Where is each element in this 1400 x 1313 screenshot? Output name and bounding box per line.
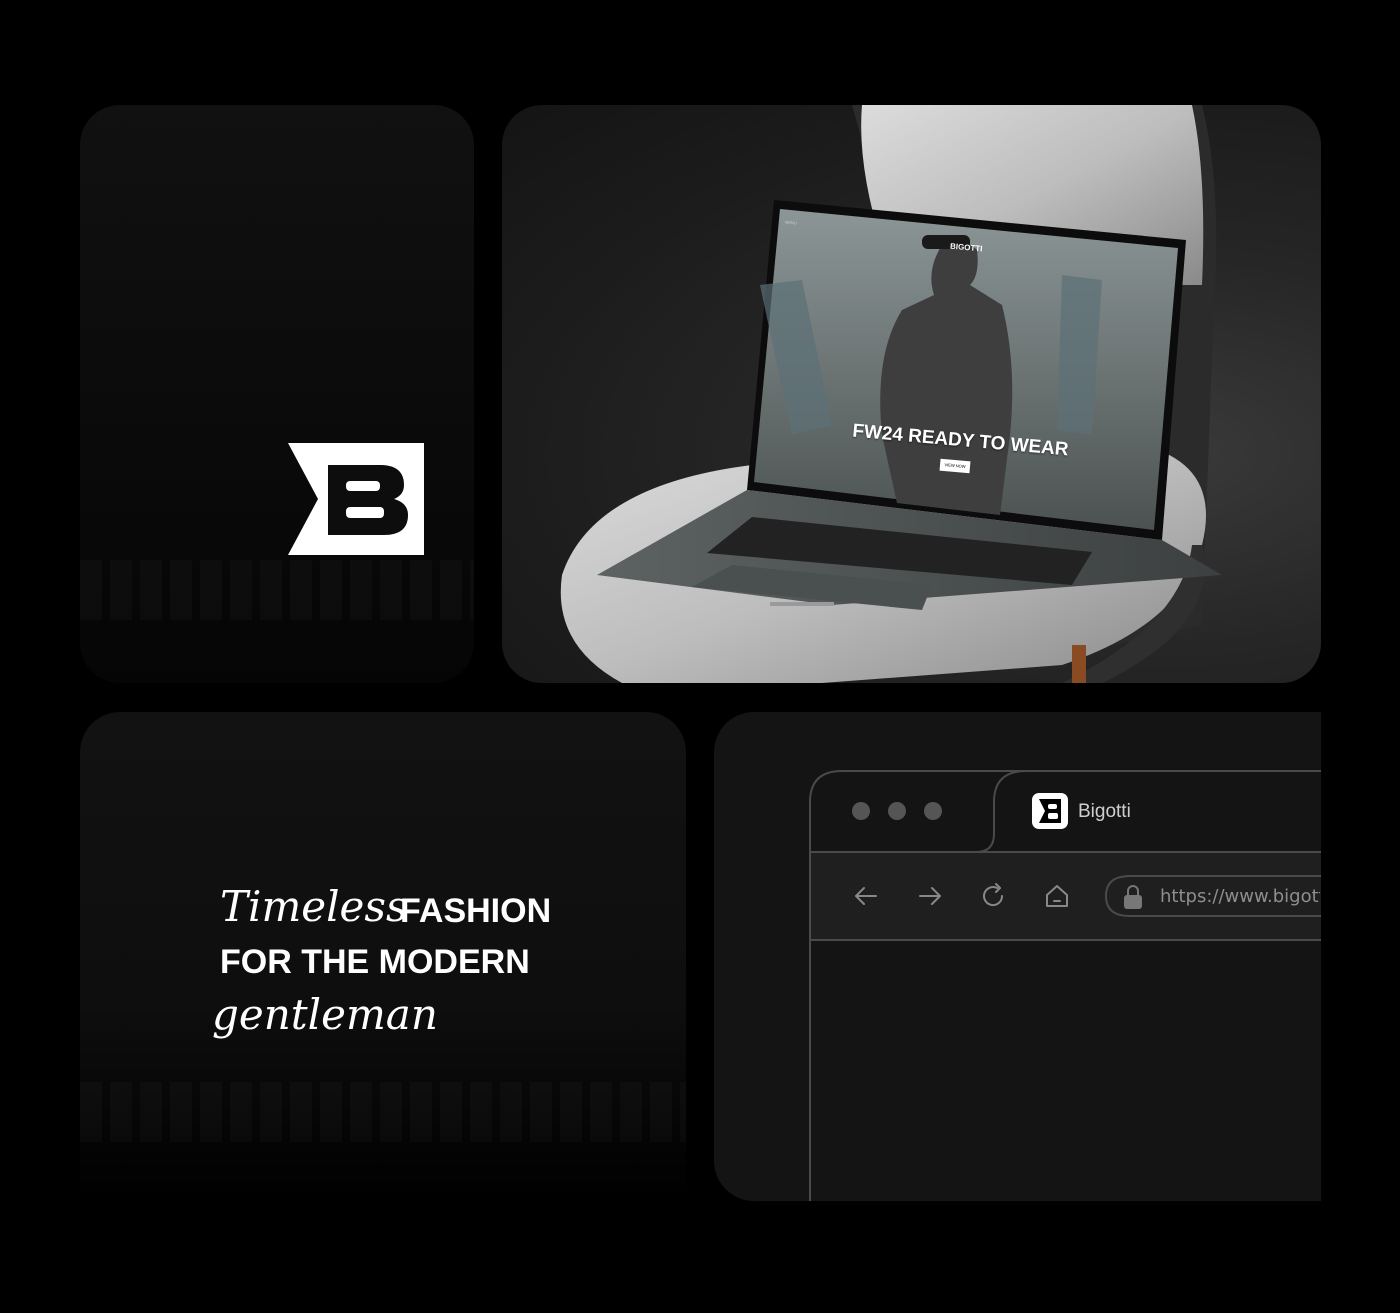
tagline-watermark [80, 1082, 686, 1142]
laptop-photo-card: BIGOTTI MENU FW24 READY TO WEAR VIEW NOW [502, 105, 1321, 683]
back-arrow-icon[interactable] [852, 884, 880, 908]
tagline-card: Timeless FASHION FOR THE MODERN gentlema… [80, 712, 686, 1200]
window-close-dot[interactable] [852, 802, 870, 820]
tagline-script-word: Timeless [220, 882, 408, 931]
reload-icon[interactable] [979, 882, 1007, 910]
tagline-line-two: FOR THE MODERN [220, 943, 530, 981]
laptop-on-chair-illustration [560, 105, 1222, 683]
brand-watermark [80, 560, 474, 620]
lock-icon [1124, 885, 1142, 909]
tagline-script-ending: gentleman [212, 990, 438, 1039]
browser-mockup-card: Bigotti https://www.bigotti [714, 712, 1321, 1201]
laptop-cta-button: VIEW NOW [939, 458, 971, 474]
tab-title[interactable]: Bigotti [1078, 801, 1131, 823]
tagline-bold-word: FASHION [400, 892, 552, 930]
url-field[interactable]: https://www.bigotti [1160, 886, 1320, 907]
browser-frame [809, 770, 1321, 1201]
window-minimize-dot[interactable] [888, 802, 906, 820]
laptop-menu-text: MENU [784, 219, 797, 226]
logo-card [80, 105, 474, 683]
bigotti-logo-icon [288, 443, 424, 555]
forward-arrow-icon[interactable] [916, 884, 944, 908]
home-icon[interactable] [1043, 882, 1071, 910]
window-maximize-dot[interactable] [924, 802, 942, 820]
